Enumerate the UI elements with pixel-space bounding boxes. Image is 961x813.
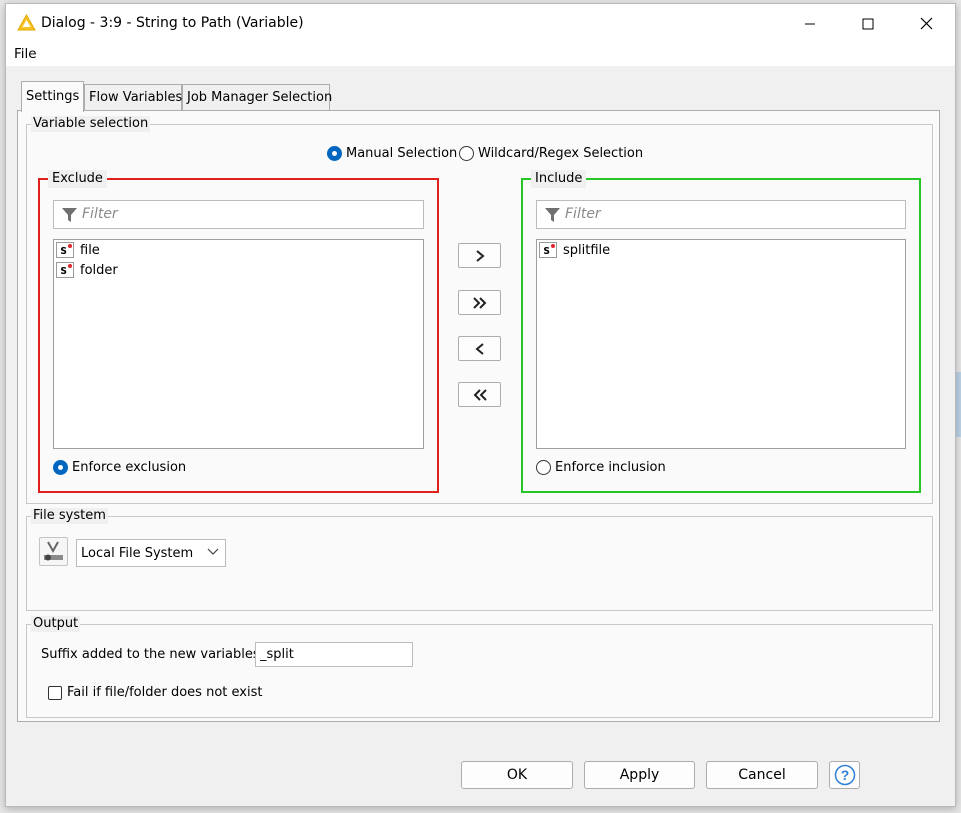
add-button[interactable]: [458, 243, 501, 268]
enforce-exclusion-radio-button[interactable]: [53, 460, 68, 475]
string-variable-icon: s: [539, 242, 557, 258]
fail-if-not-exist-checkbox-row[interactable]: Fail if file/folder does not exist: [48, 685, 262, 700]
filter-icon: [545, 208, 560, 222]
exclude-label: Exclude: [48, 170, 107, 188]
file-system-selected: Local File System: [81, 546, 194, 561]
menu-file[interactable]: File: [14, 46, 37, 62]
suffix-input-field[interactable]: [255, 642, 413, 667]
menu-bar: File: [6, 43, 955, 66]
wildcard-regex-radio-button[interactable]: [459, 146, 474, 161]
knime-warning-icon: [17, 14, 36, 31]
apply-button[interactable]: Apply: [584, 761, 695, 789]
output-label: Output: [31, 616, 81, 632]
file-system-select[interactable]: Local File System: [76, 539, 226, 567]
tab-job-manager-selection[interactable]: Job Manager Selection: [182, 84, 332, 111]
list-item[interactable]: s splitfile: [537, 240, 905, 260]
include-filter-placeholder: Filter: [565, 206, 601, 222]
flow-variable-button[interactable]: [39, 537, 68, 566]
list-item-label: splitfile: [563, 242, 611, 258]
enforce-exclusion-radio[interactable]: Enforce exclusion: [53, 460, 186, 475]
variable-selection-label: Variable selection: [31, 116, 151, 132]
help-button[interactable]: ?: [829, 761, 860, 789]
fail-if-not-exist-label: Fail if file/folder does not exist: [67, 685, 263, 700]
suffix-label: Suffix added to the new variables:: [41, 647, 264, 662]
help-icon-glyph: ?: [840, 767, 849, 783]
exclude-filter-placeholder: Filter: [82, 206, 118, 222]
close-button[interactable]: [897, 4, 955, 43]
wildcard-regex-radio[interactable]: Wildcard/Regex Selection: [459, 146, 643, 161]
enforce-inclusion-label: Enforce inclusion: [555, 460, 666, 475]
remove-button[interactable]: [458, 336, 501, 361]
double-chevron-right-icon: [472, 296, 486, 309]
include-label: Include: [531, 170, 587, 188]
double-chevron-left-icon: [473, 388, 487, 401]
enforce-inclusion-radio-button[interactable]: [536, 460, 551, 475]
fail-if-not-exist-checkbox[interactable]: [48, 685, 62, 700]
title-bar: Dialog - 3:9 - String to Path (Variable): [6, 4, 955, 43]
filter-icon: [62, 208, 77, 222]
enforce-exclusion-label: Enforce exclusion: [72, 460, 187, 475]
minimize-icon: [805, 23, 815, 24]
suffix-input[interactable]: [256, 643, 412, 666]
chevron-down-icon: [207, 548, 219, 555]
help-icon: ?: [834, 764, 855, 786]
string-variable-icon: s: [56, 242, 74, 258]
enforce-inclusion-radio[interactable]: Enforce inclusion: [536, 460, 666, 475]
tab-flow-variables[interactable]: Flow Variables: [84, 84, 182, 111]
cancel-button[interactable]: Cancel: [706, 761, 818, 789]
list-item[interactable]: s folder: [54, 260, 423, 280]
list-item[interactable]: s file: [54, 240, 423, 260]
list-item-label: file: [80, 242, 100, 258]
wildcard-regex-label: Wildcard/Regex Selection: [478, 146, 644, 161]
ok-button[interactable]: OK: [461, 761, 573, 789]
flow-variable-icon: [44, 541, 63, 561]
maximize-icon: [862, 18, 874, 29]
include-list[interactable]: s splitfile: [536, 239, 906, 449]
manual-selection-label: Manual Selection: [346, 146, 458, 161]
exclude-filter-input[interactable]: Filter: [53, 200, 424, 229]
file-system-label: File system: [31, 508, 108, 524]
manual-selection-radio[interactable]: Manual Selection: [327, 146, 457, 161]
remove-all-button[interactable]: [458, 382, 501, 407]
chevron-right-icon: [475, 249, 485, 262]
maximize-button[interactable]: [839, 4, 897, 43]
tab-settings[interactable]: Settings: [21, 81, 84, 112]
output-group: Output: [26, 616, 933, 718]
include-filter-input[interactable]: Filter: [536, 200, 906, 229]
manual-selection-radio-button[interactable]: [327, 146, 342, 161]
exclude-list[interactable]: s file s folder: [53, 239, 424, 449]
chevron-left-icon: [474, 342, 484, 355]
string-variable-icon: s: [56, 262, 74, 278]
add-all-button[interactable]: [458, 290, 501, 315]
minimize-button[interactable]: [781, 4, 839, 43]
list-item-label: folder: [80, 262, 118, 278]
window-title: Dialog - 3:9 - String to Path (Variable): [41, 15, 304, 31]
close-icon: [920, 17, 932, 30]
